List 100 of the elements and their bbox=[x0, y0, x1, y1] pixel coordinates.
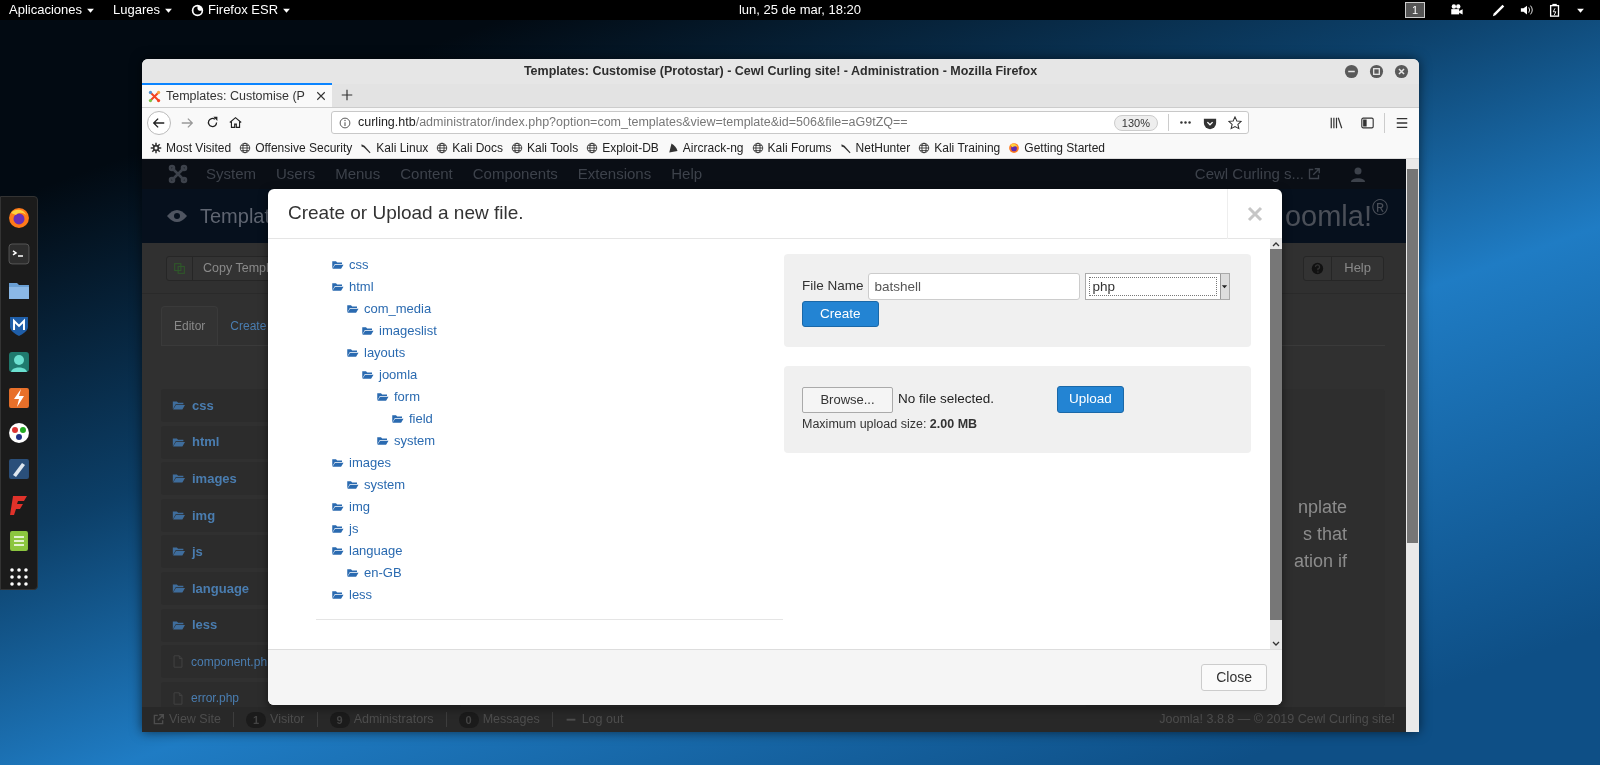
address-bar[interactable]: curling.htb/administrator/index.php?option=com_templates&view=template&id=506&file=aG9tZQ== 130% bbox=[331, 111, 1249, 134]
folder-name[interactable]: html bbox=[192, 432, 220, 452]
bookmark[interactable]: Kali Tools bbox=[511, 138, 579, 157]
upload-button[interactable]: Upload bbox=[1057, 386, 1124, 413]
scrollbar[interactable] bbox=[1270, 239, 1282, 649]
tool-icon[interactable] bbox=[7, 457, 31, 482]
folder-name[interactable]: css bbox=[192, 395, 214, 416]
close-icon bbox=[1247, 205, 1263, 222]
library-icon[interactable] bbox=[1329, 115, 1344, 130]
volume-icon[interactable] bbox=[1520, 3, 1534, 17]
folder-link[interactable]: form bbox=[375, 387, 420, 407]
external-link-icon bbox=[153, 714, 164, 725]
terminal-icon[interactable] bbox=[7, 241, 31, 266]
bookmark[interactable]: Getting Started bbox=[1008, 138, 1105, 157]
home-icon[interactable] bbox=[229, 116, 242, 129]
bookmark[interactable]: Aircrack-ng bbox=[666, 138, 744, 157]
folder-name[interactable]: img bbox=[192, 505, 216, 526]
folder-icon bbox=[330, 523, 345, 535]
notepad-icon[interactable] bbox=[7, 529, 31, 554]
folder-link[interactable]: html bbox=[330, 277, 374, 297]
file-status: No file selected. bbox=[898, 390, 996, 409]
bookmark[interactable]: NetHunter bbox=[839, 138, 911, 157]
app-grid-icon[interactable] bbox=[7, 565, 31, 589]
clock[interactable]: lun, 25 de mar, 18:20 bbox=[738, 0, 862, 20]
bookmark[interactable]: Exploit-DB bbox=[586, 138, 659, 157]
file-name[interactable]: component.ph bbox=[191, 652, 268, 671]
plus-icon[interactable] bbox=[341, 89, 353, 101]
dialog-title: Create or Upload a new file. bbox=[287, 201, 525, 226]
figure-icon[interactable] bbox=[7, 349, 31, 374]
filename-field[interactable]: batshell bbox=[867, 273, 1080, 300]
close-button[interactable]: Close bbox=[1201, 664, 1267, 691]
info-icon[interactable] bbox=[339, 116, 351, 129]
folder-link[interactable]: imageslist bbox=[360, 321, 437, 341]
file-name[interactable]: error.php bbox=[191, 689, 240, 707]
folder-icon bbox=[330, 501, 345, 513]
bookmark[interactable]: Kali Training bbox=[918, 138, 1001, 157]
folder-icon bbox=[171, 435, 186, 449]
top-menu[interactable]: Lugares bbox=[113, 0, 173, 20]
top-menu[interactable]: Aplicaciones bbox=[9, 0, 95, 20]
battery-icon[interactable] bbox=[1548, 3, 1562, 17]
folder-link[interactable]: system bbox=[345, 475, 406, 495]
circles-icon[interactable] bbox=[7, 421, 31, 446]
create-button[interactable]: Create bbox=[802, 301, 879, 327]
top-menu[interactable]: Firefox ESR bbox=[191, 0, 292, 20]
close-icon[interactable] bbox=[316, 91, 326, 101]
folder-link[interactable]: com_media bbox=[345, 299, 432, 319]
folder-link[interactable]: layouts bbox=[345, 343, 406, 363]
folder-icon bbox=[345, 303, 360, 315]
browser-icon bbox=[191, 3, 204, 17]
folder-icon bbox=[330, 457, 345, 469]
folder-icon bbox=[345, 479, 360, 491]
folder-name[interactable]: images bbox=[192, 468, 237, 489]
page-tab[interactable]: Editor bbox=[161, 306, 219, 345]
folder-icon bbox=[171, 618, 186, 632]
folder-icon bbox=[345, 347, 360, 359]
bookmark[interactable]: Kali Forums bbox=[751, 138, 832, 157]
folder-link[interactable]: js bbox=[330, 519, 359, 539]
lightning-icon[interactable] bbox=[7, 385, 31, 410]
browser-tab[interactable]: Templates: Customise (P bbox=[142, 83, 332, 107]
maximize-icon[interactable] bbox=[1369, 64, 1384, 79]
folder-link[interactable]: img bbox=[330, 497, 370, 517]
cross-logo-icon bbox=[168, 164, 188, 184]
folder-link[interactable]: language bbox=[330, 541, 403, 561]
camera-icon[interactable] bbox=[1449, 3, 1464, 17]
zoom-badge[interactable]: 130% bbox=[1113, 114, 1158, 131]
folder-link[interactable]: less bbox=[330, 585, 373, 605]
folder-link[interactable]: images bbox=[330, 453, 391, 473]
minimize-icon[interactable] bbox=[1344, 64, 1359, 79]
folder-link[interactable]: css bbox=[330, 255, 369, 275]
close-icon[interactable] bbox=[1394, 64, 1409, 79]
folder-icon bbox=[375, 435, 390, 447]
workspace-indicator[interactable]: 1 bbox=[1404, 2, 1425, 18]
folder-link[interactable]: en-GB bbox=[345, 563, 402, 583]
bookmark[interactable]: Kali Docs bbox=[436, 138, 503, 157]
back-icon[interactable] bbox=[147, 110, 171, 135]
folder-name[interactable]: less bbox=[192, 615, 218, 635]
folder-name[interactable]: language bbox=[192, 578, 250, 599]
browse-button[interactable]: Browse... bbox=[802, 386, 893, 413]
page-tab[interactable]: Create bbox=[218, 306, 279, 345]
reload-icon[interactable] bbox=[206, 116, 219, 129]
folder-link[interactable]: system bbox=[375, 431, 436, 451]
scrollbar[interactable] bbox=[1406, 159, 1419, 732]
bookmark[interactable]: Offensive Security bbox=[239, 138, 353, 157]
help-button[interactable]: Help bbox=[1303, 255, 1384, 281]
menu-icon[interactable] bbox=[1395, 115, 1409, 130]
folder-icon bbox=[390, 413, 405, 425]
file-type-select[interactable]: php bbox=[1084, 273, 1230, 300]
folder-icon bbox=[345, 567, 360, 579]
upload-limit-text: Maximum upload size: 2.00 MB bbox=[802, 416, 978, 433]
folder-link[interactable]: field bbox=[390, 409, 433, 429]
folder-link[interactable]: joomla bbox=[360, 365, 418, 385]
pen-icon[interactable] bbox=[1492, 3, 1506, 17]
gear-icon bbox=[150, 141, 162, 154]
folder-name[interactable]: js bbox=[192, 542, 203, 562]
bookmark[interactable]: Most Visited bbox=[150, 138, 232, 157]
star-icon[interactable] bbox=[1228, 115, 1242, 130]
sidebar-icon[interactable] bbox=[1360, 115, 1375, 130]
eye-icon bbox=[167, 209, 187, 223]
bookmark[interactable]: Kali Linux bbox=[360, 138, 429, 157]
window-title: Templates: Customise (Protostar) - Cewl Curling site! - Administration - Mozilla Firefox bbox=[523, 63, 1038, 81]
